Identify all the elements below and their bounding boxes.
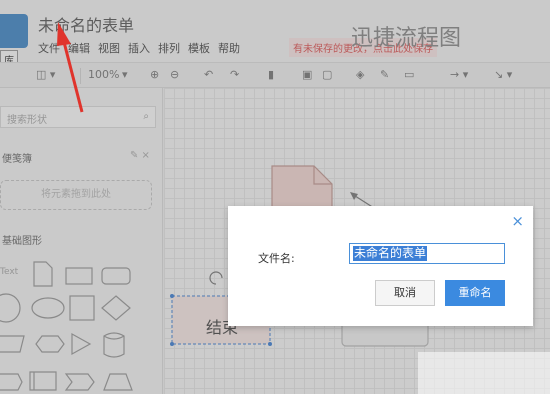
modal-overlay [0, 0, 550, 394]
close-icon[interactable]: × [511, 214, 524, 229]
rename-dialog: × 文件名: 未命名的表单 取消 重命名 [228, 206, 533, 326]
rename-button[interactable]: 重命名 [445, 280, 505, 306]
cancel-button[interactable]: 取消 [375, 280, 435, 306]
filename-input[interactable] [349, 243, 505, 264]
filename-label: 文件名: [258, 252, 295, 265]
watermark-area [418, 352, 550, 394]
